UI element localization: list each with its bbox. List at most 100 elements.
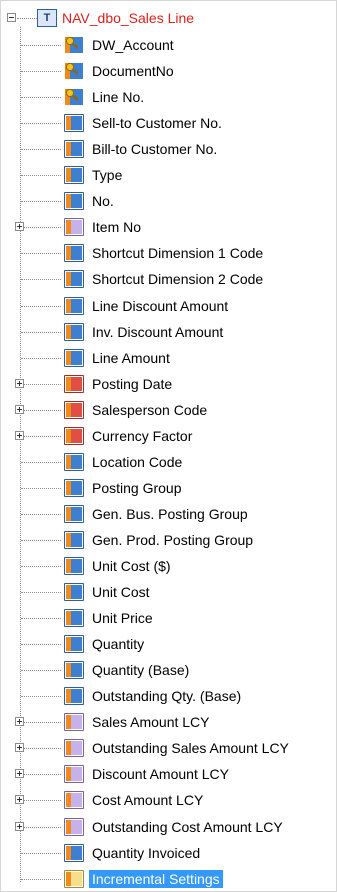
tree-item-label[interactable]: No. <box>92 192 114 210</box>
tree-item[interactable]: Salesperson Code <box>1 397 336 423</box>
tree-item-label[interactable]: Line No. <box>92 88 144 106</box>
column-icon <box>64 192 84 211</box>
tree-item-label[interactable]: Shortcut Dimension 2 Code <box>92 270 263 288</box>
tree-item-label[interactable]: Sales Amount LCY <box>92 713 210 731</box>
tree-item[interactable]: Item No <box>1 214 336 240</box>
expand-toggle-icon[interactable] <box>15 222 24 232</box>
tree-item-label[interactable]: Sell-to Customer No. <box>92 114 222 132</box>
tree-item-label[interactable]: Gen. Bus. Posting Group <box>92 505 248 523</box>
tree-item-label[interactable]: Outstanding Sales Amount LCY <box>92 739 289 757</box>
tree-item[interactable]: Location Code <box>1 449 336 475</box>
column-icon <box>64 557 84 575</box>
tree-item-label[interactable]: Inv. Discount Amount <box>92 323 223 341</box>
lookup-column-icon <box>64 426 84 445</box>
tree-item-label[interactable]: Quantity <box>92 635 144 653</box>
tree-item[interactable]: Discount Amount LCY <box>1 761 336 787</box>
expand-toggle-icon[interactable] <box>15 743 24 753</box>
table-icon: T <box>37 9 57 27</box>
key-column-icon <box>64 36 84 54</box>
tree-item[interactable]: Unit Price <box>1 605 336 631</box>
tree-item[interactable]: Unit Cost ($) <box>1 553 336 579</box>
tree-item-label[interactable]: Line Discount Amount <box>92 297 228 315</box>
tree-item-label[interactable]: Unit Price <box>92 609 153 627</box>
column-icon <box>64 296 84 315</box>
tree-item[interactable]: Gen. Bus. Posting Group <box>1 501 336 527</box>
tree-item-label[interactable]: Discount Amount LCY <box>92 765 229 783</box>
tree-item[interactable]: Quantity (Base) <box>1 657 336 683</box>
tree-item[interactable]: Incremental Settings <box>1 866 336 891</box>
tree-item[interactable]: Quantity <box>1 631 336 657</box>
tree-item[interactable]: Line Discount Amount <box>1 293 336 319</box>
tree-item-label[interactable]: Unit Cost <box>92 583 150 601</box>
tree-item[interactable]: Shortcut Dimension 1 Code <box>1 240 336 266</box>
tree-item-label[interactable]: DW_Account <box>92 36 174 54</box>
key-icon <box>65 88 79 102</box>
tree-item-label[interactable]: Outstanding Cost Amount LCY <box>92 818 283 836</box>
column-icon <box>64 661 84 680</box>
tree-item-label[interactable]: Incremental Settings <box>89 869 223 888</box>
reference-column-icon <box>64 765 84 784</box>
column-icon <box>64 843 84 862</box>
tree-item[interactable]: Inv. Discount Amount <box>1 319 336 345</box>
key-icon <box>65 62 79 76</box>
reference-column-icon <box>64 218 84 237</box>
tree-item-label[interactable]: Unit Cost ($) <box>92 557 171 575</box>
tree-item-label[interactable]: Location Code <box>92 453 182 471</box>
tree-item-label[interactable]: Shortcut Dimension 1 Code <box>92 244 263 262</box>
tree-item[interactable]: Line No. <box>1 84 336 110</box>
tree-item[interactable]: Bill-to Customer No. <box>1 136 336 162</box>
tree-item-label[interactable]: Quantity (Base) <box>92 661 189 679</box>
tree-item[interactable]: Outstanding Cost Amount LCY <box>1 814 336 840</box>
tree-item-label[interactable]: Currency Factor <box>92 427 192 445</box>
tree-item-label[interactable]: Gen. Prod. Posting Group <box>92 531 253 549</box>
tree-item[interactable]: Cost Amount LCY <box>1 787 336 813</box>
tree-root-label[interactable]: NAV_dbo_Sales Line <box>62 9 194 27</box>
tree-item-label[interactable]: Item No <box>92 218 141 236</box>
column-icon <box>64 114 84 133</box>
tree-item[interactable]: Sales Amount LCY <box>1 709 336 735</box>
column-icon <box>64 244 84 263</box>
tree-item-label[interactable]: Bill-to Customer No. <box>92 140 217 158</box>
column-icon <box>64 635 84 654</box>
tree-root-node[interactable]: T NAV_dbo_Sales Line <box>1 5 336 31</box>
tree-item-label[interactable]: Posting Group <box>92 479 182 497</box>
tree-item-label[interactable]: Salesperson Code <box>92 401 207 419</box>
tree-item[interactable]: Quantity Invoiced <box>1 840 336 866</box>
tree-item[interactable]: Outstanding Qty. (Base) <box>1 683 336 709</box>
key-column-icon <box>64 62 84 80</box>
tree-item-label[interactable]: Outstanding Qty. (Base) <box>92 687 241 705</box>
tree-item-label[interactable]: Line Amount <box>92 349 170 367</box>
tree-item[interactable]: Gen. Prod. Posting Group <box>1 527 336 553</box>
tree-item-label[interactable]: Cost Amount LCY <box>92 791 203 809</box>
expand-toggle-icon[interactable] <box>15 430 24 440</box>
expand-toggle-icon[interactable] <box>15 769 24 779</box>
tree-item[interactable]: Posting Group <box>1 475 336 501</box>
column-icon <box>64 504 84 523</box>
tree-item[interactable]: Shortcut Dimension 2 Code <box>1 266 336 292</box>
reference-column-icon <box>64 739 84 758</box>
expand-toggle-icon[interactable] <box>15 378 24 388</box>
expand-toggle-icon[interactable] <box>15 404 24 414</box>
collapse-toggle-icon[interactable] <box>7 13 16 22</box>
tree-item-label[interactable]: DocumentNo <box>92 62 174 80</box>
expand-toggle-icon[interactable] <box>15 717 24 727</box>
expand-toggle-icon[interactable] <box>15 795 24 805</box>
lookup-column-icon <box>64 400 84 419</box>
expand-toggle-icon[interactable] <box>15 821 24 831</box>
tree-item[interactable]: Type <box>1 162 336 188</box>
tree-item[interactable]: DocumentNo <box>1 58 336 84</box>
column-icon <box>64 687 84 706</box>
tree-item[interactable]: Posting Date <box>1 371 336 397</box>
tree-item[interactable]: Line Amount <box>1 345 336 371</box>
tree-item[interactable]: Sell-to Customer No. <box>1 110 336 136</box>
tree-item[interactable]: DW_Account <box>1 32 336 58</box>
tree-item-label[interactable]: Posting Date <box>92 375 172 393</box>
tree-item[interactable]: Currency Factor <box>1 423 336 449</box>
reference-column-icon <box>64 713 84 732</box>
tree-item-label[interactable]: Quantity Invoiced <box>92 844 200 862</box>
tree-item[interactable]: Outstanding Sales Amount LCY <box>1 735 336 761</box>
tree-item-label[interactable]: Type <box>92 166 122 184</box>
tree-item[interactable]: No. <box>1 188 336 214</box>
tree-item[interactable]: Unit Cost <box>1 579 336 605</box>
column-icon <box>64 478 84 497</box>
